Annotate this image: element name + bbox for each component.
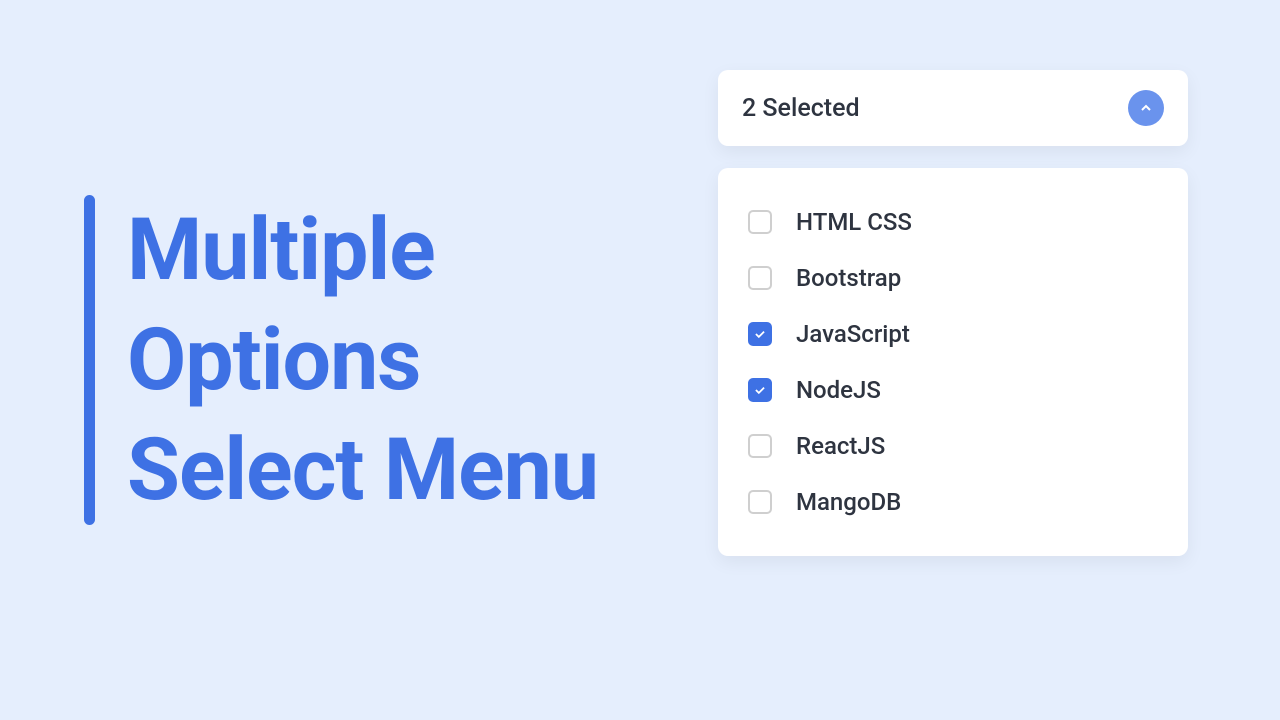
options-list: HTML CSS Bootstrap JavaScript NodeJS ReactJS… — [718, 168, 1188, 556]
option-item[interactable]: MangoDB — [748, 474, 1158, 530]
checkbox[interactable] — [748, 434, 772, 458]
option-label: HTML CSS — [796, 208, 912, 236]
title-line-3: Select Menu — [127, 415, 598, 525]
option-item[interactable]: JavaScript — [748, 306, 1158, 362]
multi-select: 2 Selected HTML CSS Bootstrap JavaScript No… — [718, 70, 1188, 556]
title-accent-bar — [84, 195, 95, 525]
option-label: MangoDB — [796, 488, 901, 516]
checkbox[interactable] — [748, 322, 772, 346]
option-item[interactable]: NodeJS — [748, 362, 1158, 418]
checkbox[interactable] — [748, 266, 772, 290]
option-label: Bootstrap — [796, 264, 901, 292]
option-label: ReactJS — [796, 432, 885, 460]
option-item[interactable]: Bootstrap — [748, 250, 1158, 306]
option-label: JavaScript — [796, 320, 910, 348]
option-item[interactable]: HTML CSS — [748, 194, 1158, 250]
checkbox[interactable] — [748, 490, 772, 514]
page-title: Multiple Options Select Menu — [127, 195, 598, 525]
title-line-2: Options — [127, 305, 598, 415]
checkbox[interactable] — [748, 378, 772, 402]
option-label: NodeJS — [796, 376, 881, 404]
select-header-label: 2 Selected — [742, 94, 860, 123]
chevron-up-icon — [1128, 90, 1164, 126]
title-line-1: Multiple — [127, 195, 598, 305]
option-item[interactable]: ReactJS — [748, 418, 1158, 474]
select-header[interactable]: 2 Selected — [718, 70, 1188, 146]
checkbox[interactable] — [748, 210, 772, 234]
page-title-block: Multiple Options Select Menu — [84, 195, 598, 525]
